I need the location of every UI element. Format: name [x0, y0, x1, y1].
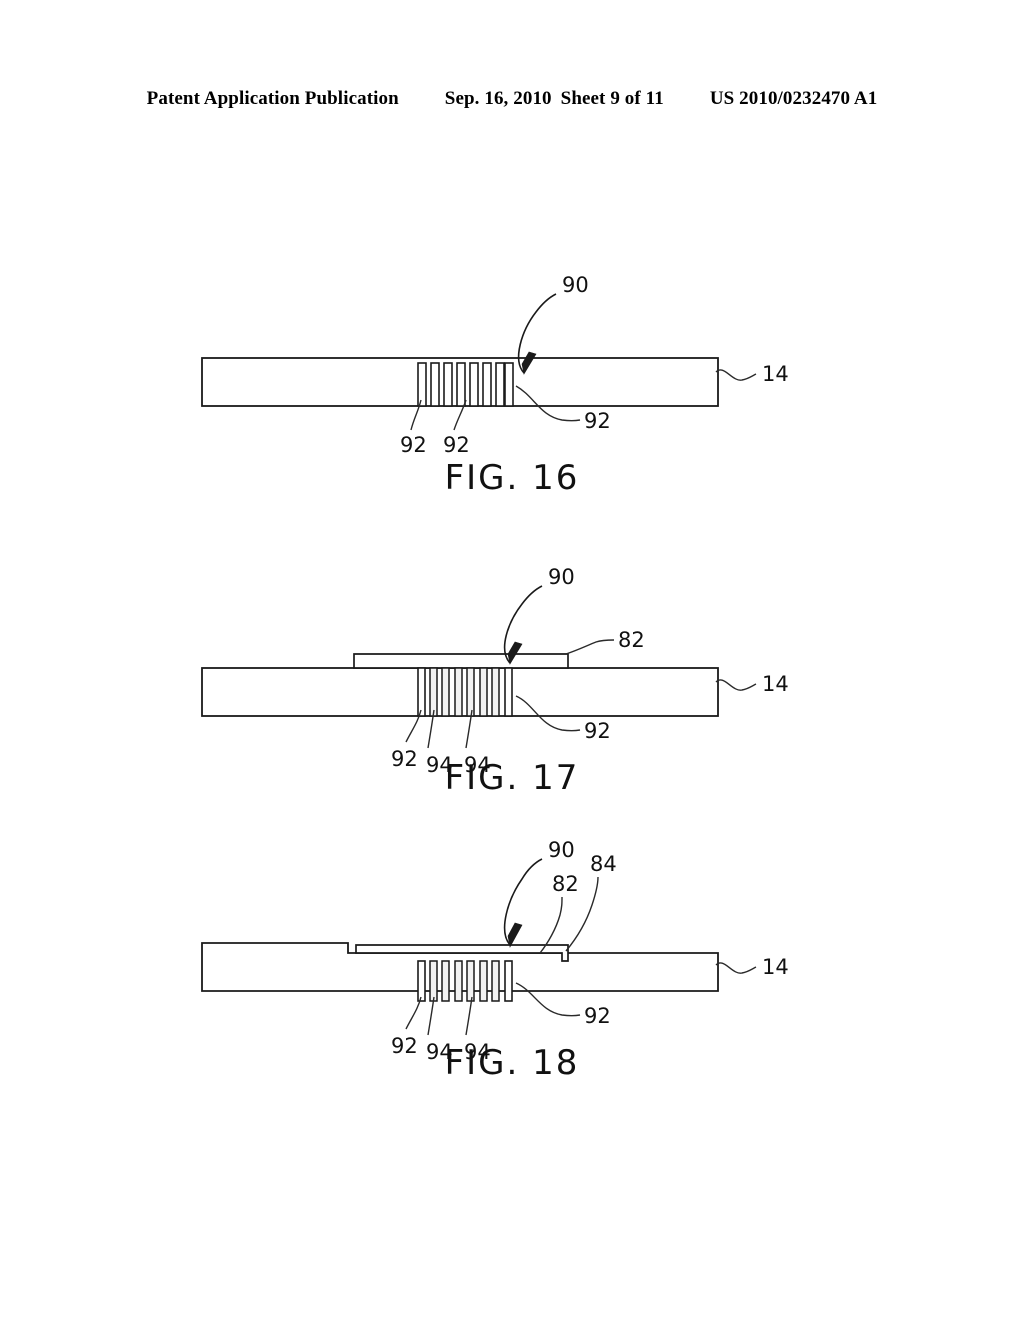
numeral-84-18: 84: [590, 852, 617, 876]
figure-16-caption: FIG. 16: [444, 458, 580, 498]
arrowhead-90-18: [507, 922, 523, 948]
leader-line-94-left-18: [427, 996, 435, 1036]
header-publication-date: Sep. 16, 2010: [444, 88, 552, 109]
numeral-90-18: 90: [548, 838, 575, 862]
numeral-92-right-17: 92: [584, 719, 611, 743]
numeral-90-17: 90: [548, 565, 575, 589]
header-publication-title: Patent Application Publication: [146, 88, 399, 109]
leader-line-94-mid-18: [465, 996, 473, 1036]
header-sheet-number: Sheet 9 of 11: [560, 88, 664, 109]
numeral-14-18: 14: [762, 955, 789, 979]
figure-18-caption: FIG. 18: [444, 1043, 580, 1083]
leader-line-14-16: [715, 369, 757, 381]
numeral-82-18: 82: [552, 872, 579, 896]
header-document-number: US 2010/0232470 A1: [709, 88, 878, 109]
numeral-92-left-16: 92: [400, 433, 427, 457]
figure-17-caption: FIG. 17: [444, 758, 580, 798]
leader-line-14-17: [715, 679, 757, 691]
numeral-14-16: 14: [762, 362, 789, 386]
leader-line-14-18: [715, 962, 757, 974]
page-header: Patent Application Publication Sep. 16, …: [0, 88, 1024, 110]
numeral-92-right-16: 92: [584, 409, 611, 433]
groove-array-16: [417, 362, 514, 407]
numeral-92-right-18: 92: [584, 1004, 611, 1028]
numeral-82-17: 82: [618, 628, 645, 652]
numeral-90-16: 90: [562, 273, 589, 297]
numeral-92-mid-16: 92: [443, 433, 470, 457]
numeral-14-17: 14: [762, 672, 789, 696]
leader-line-82-17: [565, 639, 615, 655]
layer-82-17: [353, 653, 569, 669]
